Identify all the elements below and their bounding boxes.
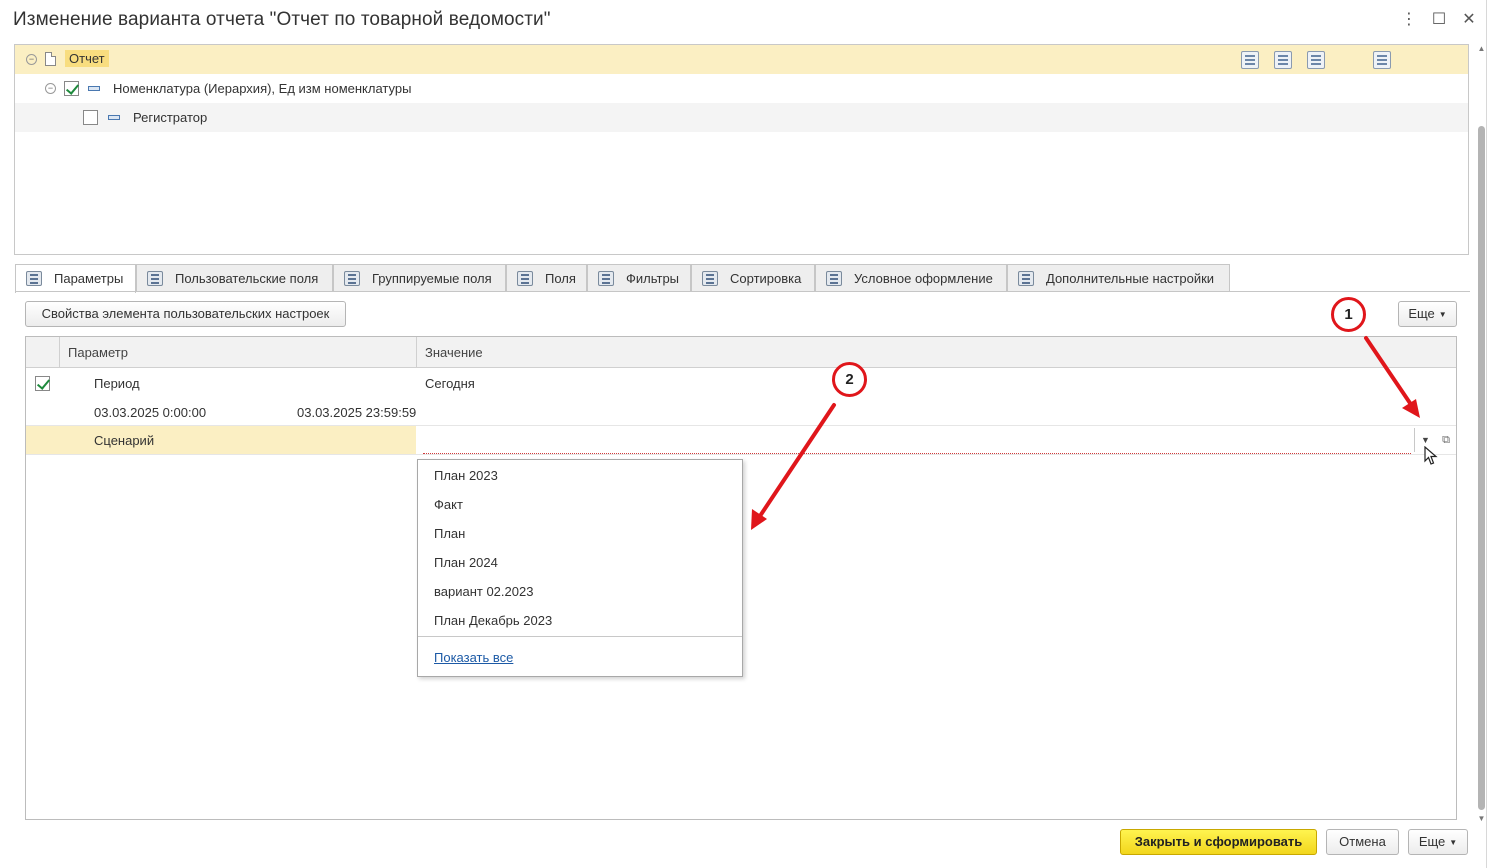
- tab-label: Сортировка: [730, 271, 802, 286]
- tab-label: Пользовательские поля: [175, 271, 319, 286]
- scroll-down-icon[interactable]: ▼: [1477, 814, 1486, 824]
- vertical-scrollbar[interactable]: ▲ ▼: [1477, 44, 1486, 824]
- sort-icon: [702, 271, 718, 286]
- tab-conditional-format[interactable]: Условное оформление: [815, 264, 1007, 292]
- tab-sorting[interactable]: Сортировка: [691, 264, 815, 292]
- mouse-cursor-icon: [1424, 446, 1438, 465]
- tab-label: Группируемые поля: [372, 271, 492, 286]
- tree-item-label: Номенклатура (Иерархия), Ед изм номенкла…: [113, 81, 412, 96]
- column-header-value[interactable]: Значение: [425, 345, 483, 360]
- tab-filters[interactable]: Фильтры: [587, 264, 691, 292]
- settings-icon[interactable]: [1373, 51, 1391, 69]
- more-icon[interactable]: ⋮: [1399, 10, 1419, 30]
- grouping-fields-icon: [344, 271, 360, 286]
- caret-down-icon: ▼: [1449, 837, 1458, 847]
- close-icon[interactable]: ✕: [1459, 10, 1479, 30]
- grouping-icon[interactable]: [1241, 51, 1259, 69]
- period-start[interactable]: 03.03.2025 0:00:00: [94, 405, 206, 420]
- collapse-icon[interactable]: −: [26, 54, 37, 65]
- grouping-field-icon: [108, 115, 120, 120]
- close-and-generate-button[interactable]: Закрыть и сформировать: [1120, 829, 1317, 855]
- scroll-thumb[interactable]: [1478, 126, 1485, 810]
- more-button[interactable]: Еще ▼: [1398, 301, 1457, 327]
- tab-parameters[interactable]: Параметры: [15, 264, 136, 293]
- tab-label: Параметры: [54, 271, 124, 286]
- title-bar: Изменение варианта отчета "Отчет по това…: [0, 0, 1493, 40]
- scenario-dropdown: План 2023 Факт План План 2024 вариант 02…: [417, 459, 743, 677]
- document-icon: [45, 52, 56, 66]
- footer-more-label: Еще: [1418, 834, 1446, 849]
- conditional-format-icon: [826, 271, 842, 286]
- tree-item-label: Регистратор: [133, 110, 208, 125]
- scenario-row-highlight: [26, 426, 416, 454]
- column-divider: [59, 337, 60, 368]
- window-edge: [1486, 0, 1493, 868]
- period-checkbox[interactable]: [35, 376, 50, 391]
- tab-user-fields[interactable]: Пользовательские поля: [136, 264, 333, 292]
- filter-icon: [598, 271, 614, 286]
- scenario-input[interactable]: [423, 426, 1411, 454]
- structure-tree: − Отчет − Номенклатура (Иерархия), Ед из…: [14, 44, 1469, 255]
- show-all-link[interactable]: Показать все: [434, 650, 513, 665]
- sort-icon[interactable]: [1307, 51, 1325, 69]
- dropdown-item[interactable]: План 2023: [434, 468, 498, 483]
- parameters-icon: [26, 271, 42, 286]
- user-fields-icon: [147, 271, 163, 286]
- fields-icon: [517, 271, 533, 286]
- tab-label: Дополнительные настройки: [1046, 271, 1215, 286]
- tab-label: Условное оформление: [854, 271, 993, 286]
- tab-label: Фильтры: [626, 271, 680, 286]
- element-properties-button[interactable]: Свойства элемента пользовательских настр…: [25, 301, 346, 327]
- additional-settings-icon: [1018, 271, 1034, 286]
- tree-row-registrator[interactable]: Регистратор: [15, 103, 1468, 132]
- registrator-checkbox[interactable]: [83, 110, 98, 125]
- tree-root-label: Отчет: [65, 50, 109, 67]
- caret-down-icon: ▼: [1438, 309, 1447, 319]
- dropdown-item[interactable]: вариант 02.2023: [434, 584, 533, 599]
- scroll-up-icon[interactable]: ▲: [1477, 44, 1486, 54]
- dropdown-item[interactable]: План: [434, 526, 465, 541]
- scenario-name: Сценарий: [94, 433, 155, 448]
- more-button-label: Еще: [1408, 306, 1435, 321]
- scenario-row[interactable]: Сценарий ▼ ⧉: [26, 425, 1456, 455]
- nomenclature-checkbox[interactable]: [64, 81, 79, 96]
- grouping-field-icon: [88, 86, 100, 91]
- period-end[interactable]: 03.03.2025 23:59:59: [297, 405, 416, 420]
- annotation-badge-2: 2: [832, 362, 867, 397]
- column-divider: [416, 337, 417, 368]
- tab-grouping-fields[interactable]: Группируемые поля: [333, 264, 506, 292]
- dropdown-divider: [418, 636, 742, 637]
- dropdown-item[interactable]: План 2024: [434, 555, 498, 570]
- filter-icon[interactable]: [1274, 51, 1292, 69]
- tab-additional-settings[interactable]: Дополнительные настройки: [1007, 264, 1230, 292]
- column-header-parameter[interactable]: Параметр: [68, 345, 128, 360]
- tab-divider: [15, 291, 1470, 292]
- dropdown-item[interactable]: Факт: [434, 497, 463, 512]
- maximize-icon[interactable]: ☐: [1429, 10, 1449, 30]
- tree-row-nomenclature[interactable]: − Номенклатура (Иерархия), Ед изм номенк…: [15, 74, 1468, 103]
- footer-more-button[interactable]: Еще ▼: [1408, 829, 1468, 855]
- window-title: Изменение варианта отчета "Отчет по това…: [13, 9, 551, 30]
- table-header: Параметр Значение: [26, 337, 1456, 368]
- period-value[interactable]: Сегодня: [425, 376, 475, 391]
- tree-row-report[interactable]: − Отчет: [15, 45, 1468, 74]
- dropdown-item[interactable]: План Декабрь 2023: [434, 613, 552, 628]
- open-form-icon[interactable]: ⧉: [1438, 430, 1454, 450]
- period-name: Период: [94, 376, 140, 391]
- collapse-icon[interactable]: −: [45, 83, 56, 94]
- annotation-badge-1: 1: [1331, 297, 1366, 332]
- cancel-button[interactable]: Отмена: [1326, 829, 1399, 855]
- tab-label: Поля: [545, 271, 576, 286]
- tab-fields[interactable]: Поля: [506, 264, 587, 292]
